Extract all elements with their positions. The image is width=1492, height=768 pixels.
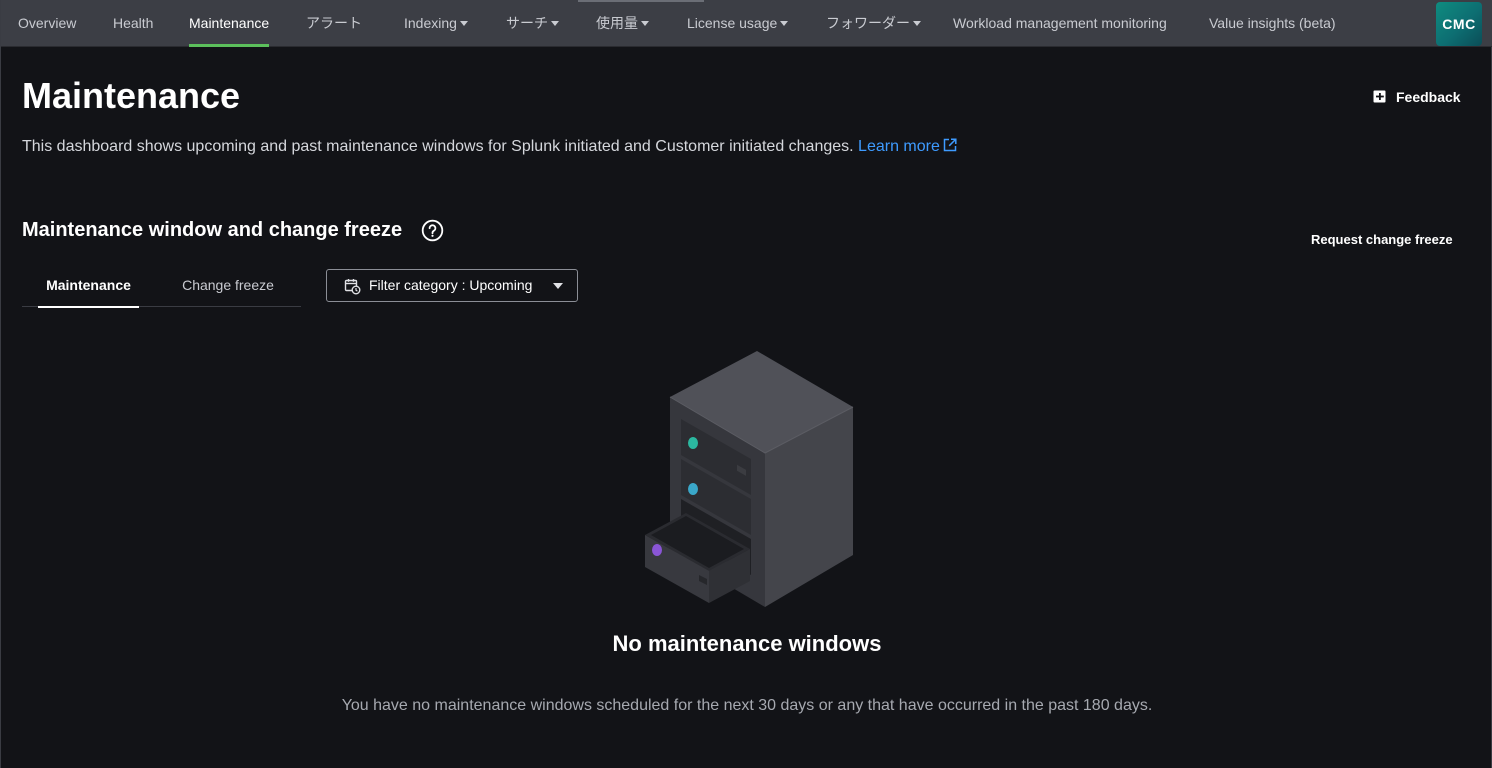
empty-state-message: You have no maintenance windows schedule… [341,697,1153,714]
nav-item-alerts[interactable]: アラート [306,0,362,47]
nav-item-label: Maintenance [189,15,270,31]
chevron-down-icon [780,20,789,26]
nav-item-usage[interactable]: 使用量 [596,0,649,47]
chevron-down-icon [553,283,563,289]
nav-item-overview[interactable]: Overview [18,0,76,47]
request-change-freeze-button[interactable]: Request change freeze [1311,231,1453,249]
feedback-label: Feedback [1396,89,1461,105]
tab-change-freeze[interactable]: Change freeze [168,268,288,307]
question-circle-icon[interactable] [421,219,444,242]
page-description: This dashboard shows upcoming and past m… [22,136,957,158]
nav-item-label: サーチ [506,15,548,31]
learn-more-link[interactable]: Learn more [858,138,957,155]
nav-item-license-usage[interactable]: License usage [687,0,789,47]
chevron-down-icon [551,20,559,26]
top-navigation-bar: Overview Health Maintenance アラート Indexin… [1,0,1492,47]
app-badge[interactable]: CMC [1436,2,1482,46]
nav-item-search[interactable]: サーチ [506,0,559,47]
filter-category-label: Filter category : Upcoming [369,277,533,293]
nav-item-workload-management[interactable]: Workload management monitoring [953,0,1167,47]
feedback-plus-icon [1373,90,1386,103]
tab-label: Maintenance [46,277,131,293]
tab-maintenance[interactable]: Maintenance [38,268,139,308]
filter-category-dropdown[interactable]: Filter category : Upcoming [326,269,578,302]
section-title: Maintenance window and change freeze [22,219,403,241]
nav-item-label: アラート [306,15,362,31]
external-link-icon [943,138,957,152]
chevron-down-icon [641,20,649,26]
nav-item-forwarders[interactable]: フォワーダー [826,0,921,47]
app-frame: Overview Health Maintenance アラート Indexin… [0,0,1492,768]
nav-item-label: Value insights (beta) [1209,15,1336,31]
nav-item-maintenance[interactable]: Maintenance [189,0,270,47]
description-text: This dashboard shows upcoming and past m… [22,138,859,155]
tab-bar: Maintenance Change freeze [22,268,301,308]
nav-item-indexing[interactable]: Indexing [404,0,468,47]
chevron-down-icon [913,20,921,26]
nav-item-label: フォワーダー [826,15,910,31]
page-title: Maintenance [22,75,241,116]
calendar-filter-icon [344,279,361,295]
nav-item-label: Indexing [404,15,457,31]
chevron-down-icon [459,20,468,26]
tab-label: Change freeze [182,277,274,293]
server-rack-illustration [645,351,854,607]
empty-state-title: No maintenance windows [612,631,882,656]
nav-item-label: License usage [687,15,778,31]
nav-item-label: Workload management monitoring [953,15,1167,31]
nav-item-label: 使用量 [596,15,638,31]
learn-more-label: Learn more [858,138,940,155]
nav-item-label: Overview [18,15,77,31]
nav-item-label: Health [113,15,154,31]
nav-item-health[interactable]: Health [113,0,153,47]
nav-item-value-insights[interactable]: Value insights (beta) [1209,0,1336,47]
